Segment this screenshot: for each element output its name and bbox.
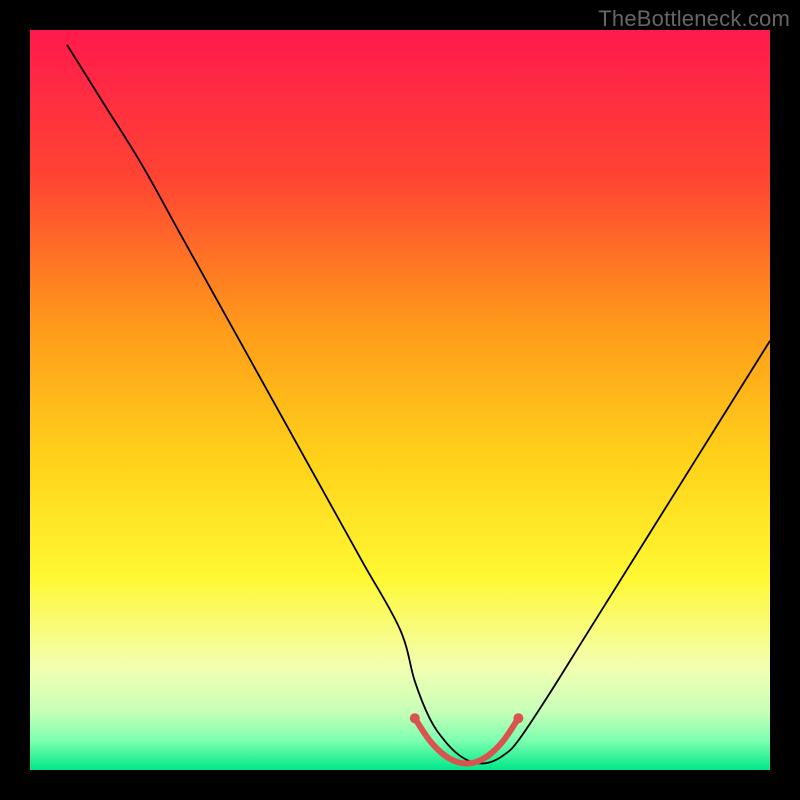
plot-area: [30, 30, 770, 770]
bottleneck-curve: [30, 30, 770, 770]
watermark-text: TheBottleneck.com: [598, 6, 790, 32]
